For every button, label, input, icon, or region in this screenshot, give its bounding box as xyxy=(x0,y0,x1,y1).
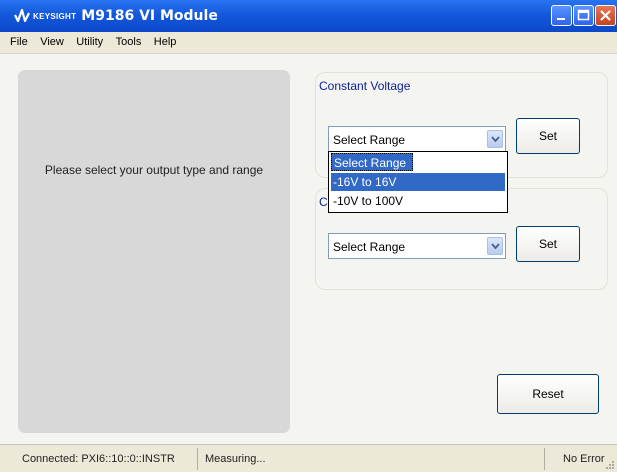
keysight-logo-icon xyxy=(14,9,30,23)
minimize-icon xyxy=(557,18,565,20)
menu-file[interactable]: File xyxy=(10,32,28,48)
voltage-set-button[interactable]: Set xyxy=(516,118,580,154)
maximize-icon xyxy=(577,9,590,21)
measurement-status: Measuring... xyxy=(205,453,266,465)
voltage-range-dropdown-list: Select Range -16V to 16V -10V to 100V xyxy=(328,151,508,213)
menu-help[interactable]: Help xyxy=(154,32,177,48)
window-title: M9186 VI Module xyxy=(81,8,218,24)
resize-grip-icon[interactable] xyxy=(605,460,615,470)
status-divider xyxy=(544,448,545,470)
voltage-range-dropdown-button[interactable] xyxy=(487,130,503,148)
menu-bar: File View Utility Tools Help xyxy=(0,32,617,54)
voltage-range-select[interactable]: Select Range xyxy=(328,126,506,152)
status-divider xyxy=(197,448,198,470)
output-display-panel: Please select your output type and range xyxy=(18,70,290,433)
connection-status: Connected: PXI6::10::0::INSTR xyxy=(22,453,175,465)
maximize-button[interactable] xyxy=(573,5,594,26)
menu-utility[interactable]: Utility xyxy=(76,32,103,48)
current-range-dropdown-button[interactable] xyxy=(487,237,503,255)
menu-tools[interactable]: Tools xyxy=(116,32,142,48)
instruction-message: Please select your output type and range xyxy=(44,163,264,177)
brand-name: KEYSIGHT xyxy=(33,11,77,21)
dropdown-option[interactable]: -16V to 16V xyxy=(331,173,505,191)
reset-button[interactable]: Reset xyxy=(497,374,599,414)
close-button[interactable] xyxy=(595,5,616,26)
voltage-range-value: Select Range xyxy=(333,133,406,147)
current-range-value: Select Range xyxy=(333,240,406,254)
chevron-down-icon xyxy=(491,136,500,143)
dropdown-option[interactable]: -10V to 100V xyxy=(331,192,505,210)
error-status: No Error xyxy=(563,453,605,465)
menu-view[interactable]: View xyxy=(40,32,64,48)
dropdown-option[interactable]: Select Range xyxy=(331,153,413,171)
constant-voltage-label: Constant Voltage xyxy=(319,79,413,93)
title-bar[interactable]: KEYSIGHT M9186 VI Module xyxy=(0,0,617,32)
current-set-button[interactable]: Set xyxy=(516,226,580,262)
close-icon xyxy=(600,10,611,21)
minimize-button[interactable] xyxy=(551,5,572,26)
chevron-down-icon xyxy=(491,243,500,250)
brand: KEYSIGHT M9186 VI Module xyxy=(14,8,218,24)
current-range-select[interactable]: Select Range xyxy=(328,233,506,259)
status-bar: Connected: PXI6::10::0::INSTR Measuring.… xyxy=(0,444,617,472)
